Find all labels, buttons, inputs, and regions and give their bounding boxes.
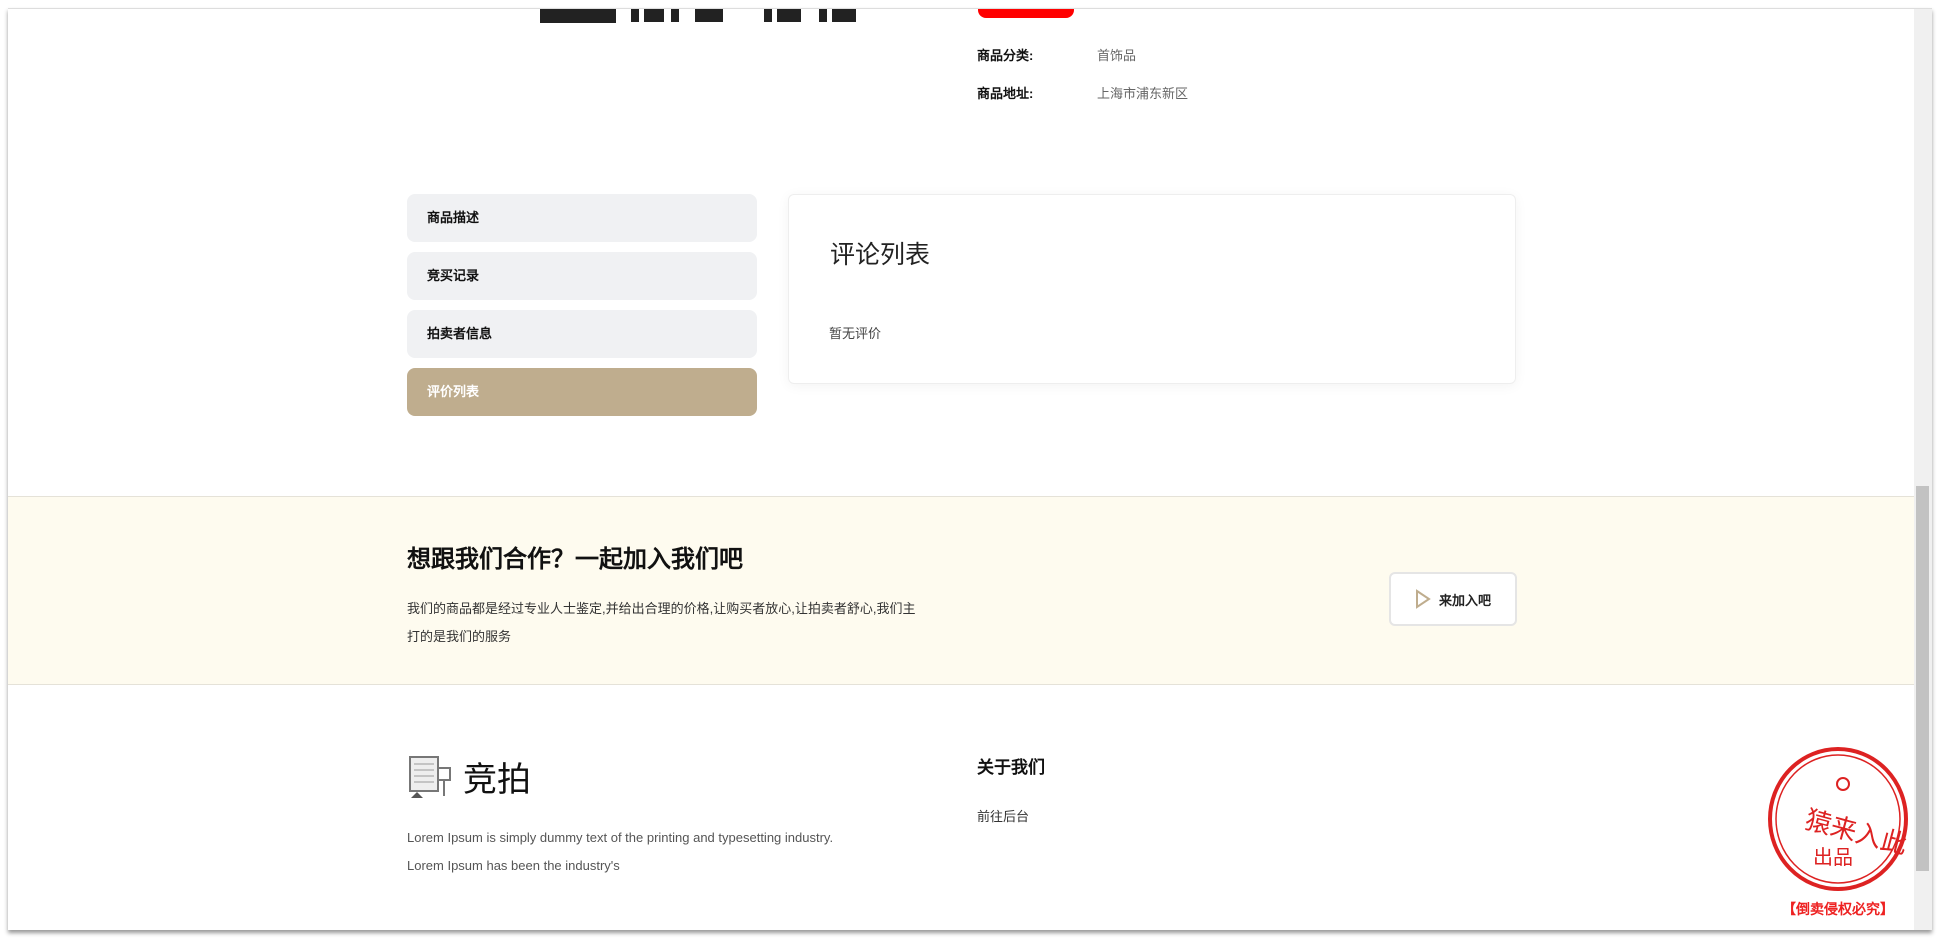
tab-seller-info[interactable]: 拍卖者信息 bbox=[407, 310, 757, 358]
address-label: 商品地址: bbox=[977, 86, 1034, 101]
footer-brand: 竞拍 bbox=[407, 752, 531, 801]
play-icon bbox=[1415, 589, 1431, 609]
book-logo-icon bbox=[409, 755, 451, 798]
category-value: 首饰品 bbox=[1097, 48, 1137, 63]
scrollbar-thumb[interactable] bbox=[1916, 486, 1929, 871]
category-label: 商品分类: bbox=[977, 48, 1034, 63]
join-button-label: 来加入吧 bbox=[1438, 592, 1491, 608]
scrollbar[interactable] bbox=[1914, 9, 1932, 930]
footer-brand-name: 竞拍 bbox=[463, 761, 531, 799]
watermark-stamp: 猿来入此 出品 【倒卖侵权必究】 bbox=[1765, 746, 1911, 918]
cta-text: 我们的商品都是经过专业人士鉴定,并给出合理的价格,让购买者放心,让拍卖者舒心,我… bbox=[407, 601, 916, 644]
footer-about-title: 关于我们 bbox=[977, 758, 1045, 778]
bid-button-partial[interactable] bbox=[978, 9, 1074, 18]
reviews-card: 评论列表 暂无评价 bbox=[788, 194, 1516, 384]
cta-title: 想跟我们合作？一起加入我们吧 bbox=[407, 544, 743, 573]
reviews-empty: 暂无评价 bbox=[829, 326, 882, 341]
admin-link[interactable]: 前往后台 bbox=[977, 806, 1029, 825]
cta-section: 想跟我们合作？一起加入我们吧 我们的商品都是经过专业人士鉴定,并给出合理的价格,… bbox=[8, 496, 1914, 685]
footer-desc: Lorem Ipsum is simply dummy text of the … bbox=[407, 830, 834, 873]
address-value: 上海市浦东新区 bbox=[1097, 86, 1189, 101]
browser-viewport: 商品分类: 首饰品 商品地址: 上海市浦东新区 商品描述 竞买记录 拍卖者信息 … bbox=[8, 8, 1932, 930]
tab-bid-records[interactable]: 竞买记录 bbox=[407, 252, 757, 300]
join-button[interactable]: 来加入吧 bbox=[1389, 572, 1517, 626]
svg-text:出品: 出品 bbox=[1813, 845, 1853, 869]
tab-description[interactable]: 商品描述 bbox=[407, 194, 757, 242]
tab-reviews[interactable]: 评价列表 bbox=[407, 368, 757, 416]
stamp-icon: 猿来入此 出品 bbox=[1768, 747, 1910, 891]
reviews-title: 评论列表 bbox=[830, 240, 931, 269]
